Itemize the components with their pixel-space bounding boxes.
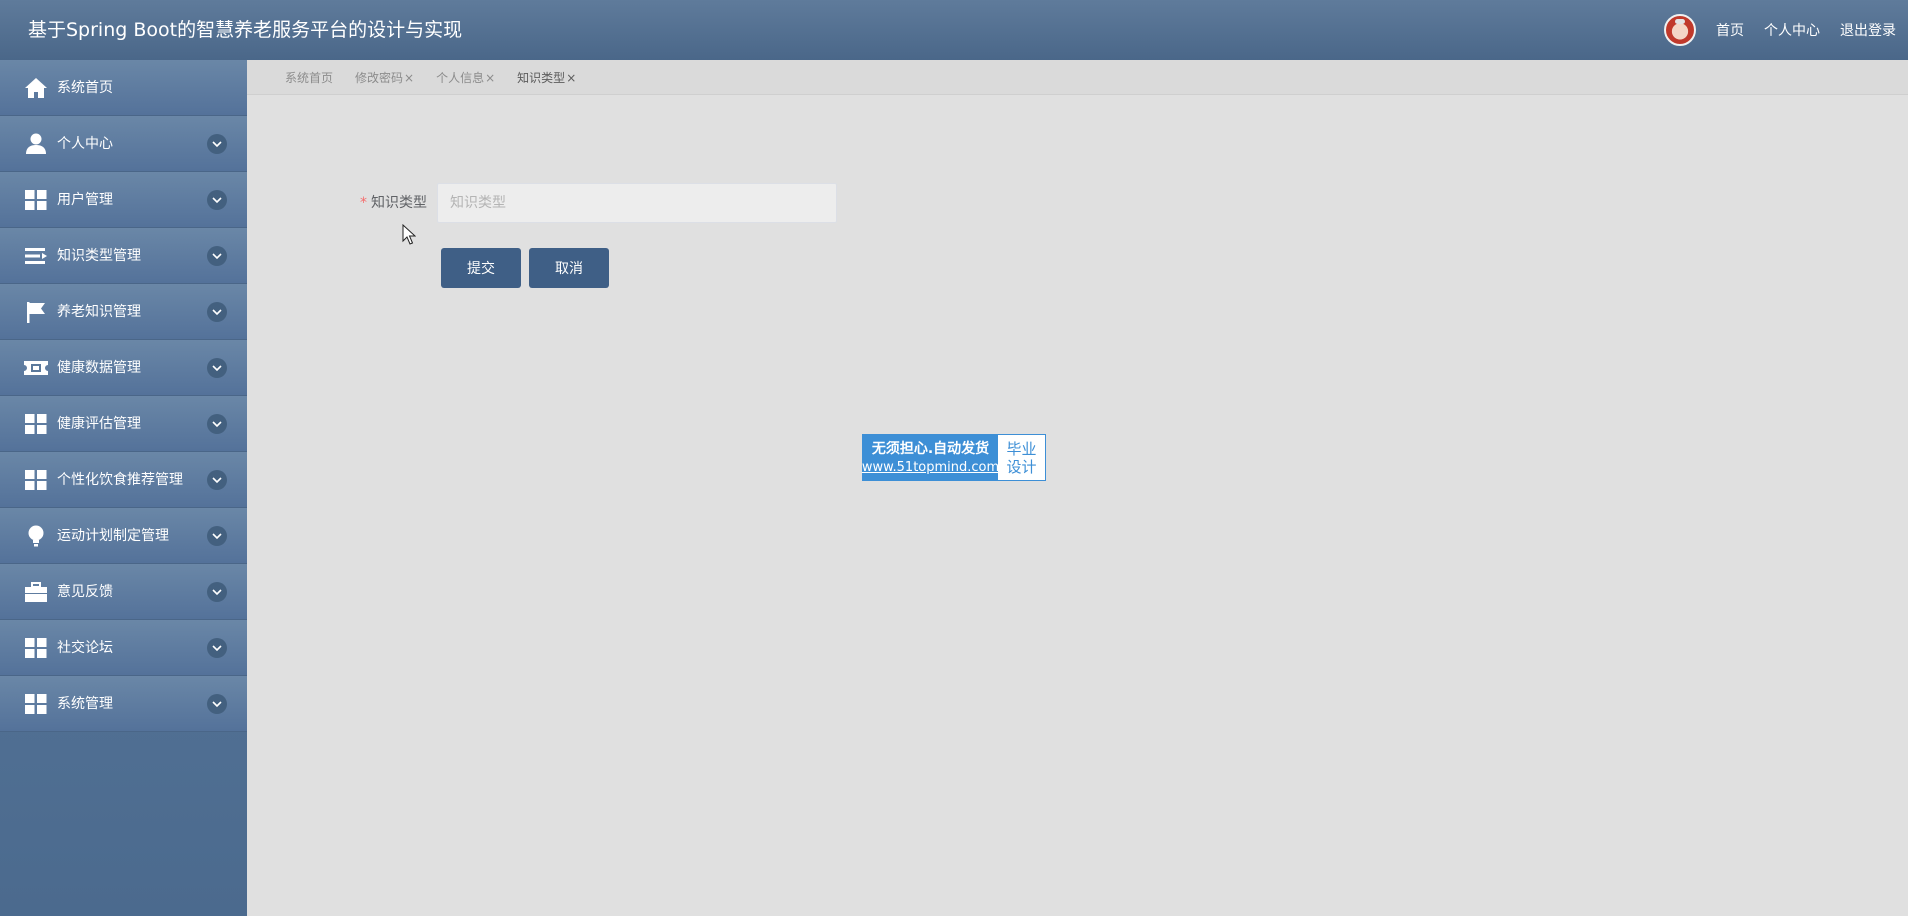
sidebar-item-label: 社交论坛 [57,640,113,656]
tab-change-password[interactable]: 修改密码× [355,69,414,86]
sidebar-item-label: 意见反馈 [57,584,113,600]
close-icon[interactable]: × [404,71,414,85]
home-icon [24,77,48,99]
badge-url: www.51topmind.com [861,459,1000,475]
tab-label: 个人信息 [436,71,485,85]
sidebar-item-label: 健康数据管理 [57,360,141,376]
submit-button[interactable]: 提交 [441,248,521,288]
badge-tag: 毕业 设计 [998,435,1045,480]
chevron-down-icon[interactable] [207,302,227,322]
tab-knowledge-type[interactable]: 知识类型× [517,69,576,86]
user-icon [24,133,48,155]
chevron-down-icon[interactable] [207,246,227,266]
chevron-down-icon[interactable] [207,470,227,490]
close-icon[interactable]: × [485,71,495,85]
grid-icon [24,693,48,715]
top-header: 基于Spring Boot的智慧养老服务平台的设计与实现 首页 个人中心 退出登… [0,0,1908,60]
tab-label: 系统首页 [285,71,334,85]
sidebar-item-home[interactable]: 系统首页 [0,60,247,116]
chevron-down-icon[interactable] [207,526,227,546]
chevron-down-icon[interactable] [207,582,227,602]
field-label: 知识类型 [371,195,427,211]
logout-link[interactable]: 退出登录 [1840,20,1896,40]
profile-link[interactable]: 个人中心 [1764,20,1820,40]
chevron-down-icon[interactable] [207,358,227,378]
sidebar-item-label: 用户管理 [57,192,113,208]
chevron-down-icon[interactable] [207,190,227,210]
grid-icon [24,469,48,491]
flag-icon [24,301,48,323]
tab-system-home[interactable]: 系统首页 [285,69,333,86]
sidebar-item-feedback[interactable]: 意见反馈 [0,564,247,620]
close-icon[interactable]: × [566,71,576,85]
list-icon [24,245,48,267]
tab-personal-info[interactable]: 个人信息× [436,69,495,86]
app-title: 基于Spring Boot的智慧养老服务平台的设计与实现 [28,19,463,41]
watermark-badge[interactable]: 无须担心.自动发货 www.51topmind.com 毕业 设计 [862,434,1046,481]
sidebar-item-elderly-knowledge[interactable]: 养老知识管理 [0,284,247,340]
chevron-down-icon[interactable] [207,694,227,714]
cancel-button[interactable]: 取消 [529,248,609,288]
badge-tag-top: 毕业 [1006,439,1037,458]
sidebar-item-knowledge-type[interactable]: 知识类型管理 [0,228,247,284]
knowledge-type-input[interactable] [437,183,837,223]
sidebar-item-label: 个人中心 [57,136,113,152]
grid-icon [24,189,48,211]
sidebar-item-health-data[interactable]: 健康数据管理 [0,340,247,396]
chevron-down-icon[interactable] [207,134,227,154]
sidebar-item-label: 知识类型管理 [57,248,141,264]
knowledge-type-label: * 知识类型 [360,183,427,223]
briefcase-icon [24,581,48,603]
avatar[interactable] [1664,14,1696,46]
tab-label: 修改密码 [355,71,404,85]
sidebar-item-label: 系统管理 [57,696,113,712]
sidebar-item-label: 健康评估管理 [57,416,141,432]
home-link[interactable]: 首页 [1716,20,1744,40]
bulb-icon [24,525,48,547]
required-mark: * [360,195,367,211]
badge-tag-bottom: 设计 [1006,457,1037,476]
chevron-down-icon[interactable] [207,638,227,658]
sidebar-item-social-forum[interactable]: 社交论坛 [0,620,247,676]
sidebar: 系统首页 个人中心 用户管理 知识类型管理 养老知识管理 健康数据管理 健康评估… [0,60,247,916]
grid-icon [24,637,48,659]
header-actions: 首页 个人中心 退出登录 [1664,0,1896,60]
sidebar-item-personal-center[interactable]: 个人中心 [0,116,247,172]
sidebar-item-diet-recommendation[interactable]: 个性化饮食推荐管理 [0,452,247,508]
sidebar-item-label: 运动计划制定管理 [57,528,169,544]
chevron-down-icon[interactable] [207,414,227,434]
sidebar-item-system-management[interactable]: 系统管理 [0,676,247,732]
tab-label: 知识类型 [517,71,566,85]
sidebar-item-label: 个性化饮食推荐管理 [57,472,183,488]
badge-slogan: 无须担心.自动发货 [871,440,990,457]
tab-bar: 系统首页 修改密码× 个人信息× 知识类型× [247,60,1908,95]
sidebar-item-label: 系统首页 [57,80,113,96]
sidebar-item-exercise-plan[interactable]: 运动计划制定管理 [0,508,247,564]
mouse-cursor-icon [402,224,416,245]
sidebar-item-health-assessment[interactable]: 健康评估管理 [0,396,247,452]
grid-icon [24,413,48,435]
sidebar-item-label: 养老知识管理 [57,304,141,320]
ticket-icon [24,357,48,379]
badge-text: 无须担心.自动发货 www.51topmind.com [861,435,1000,480]
sidebar-item-user-management[interactable]: 用户管理 [0,172,247,228]
breadcrumb: 系统首页 修改密码× 个人信息× 知识类型× [285,60,598,95]
